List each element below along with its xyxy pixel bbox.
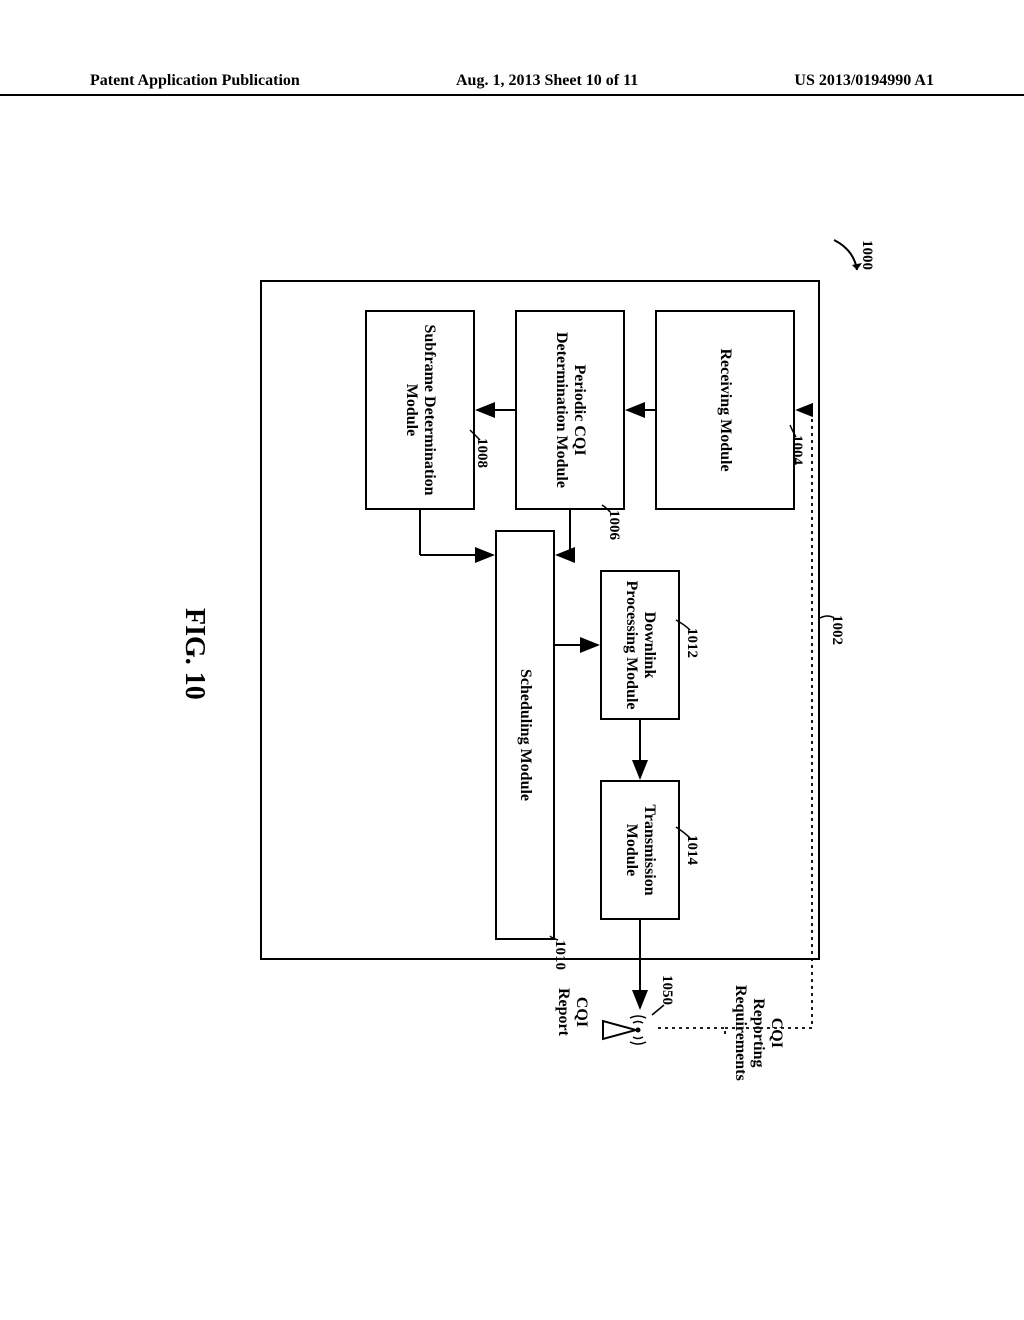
page-area: Receiving Module Periodic CQI Determinat… (100, 140, 920, 1200)
diagram: Receiving Module Periodic CQI Determinat… (130, 220, 890, 1120)
header-left: Patent Application Publication (90, 72, 300, 90)
connection-arrows (130, 220, 890, 1120)
header-center: Aug. 1, 2013 Sheet 10 of 11 (456, 72, 638, 90)
header-right: US 2013/0194990 A1 (794, 72, 934, 90)
